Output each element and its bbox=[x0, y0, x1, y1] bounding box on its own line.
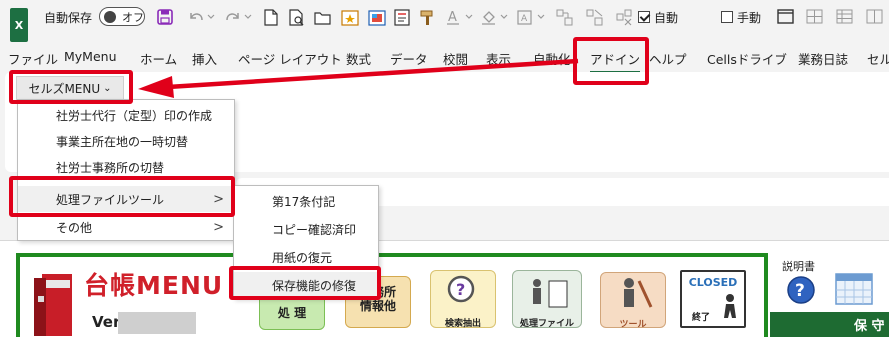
auto-calc-label: 自動 bbox=[654, 10, 679, 25]
open-folder-icon[interactable] bbox=[314, 0, 332, 34]
undo-icon[interactable] bbox=[187, 0, 205, 34]
sheet-title: 台帳MENU bbox=[84, 271, 224, 300]
exit-person-icon bbox=[724, 294, 736, 318]
menu-item-create-stamp[interactable]: 社労士代行（定型）印の作成 bbox=[18, 102, 234, 128]
format-painter-icon[interactable] bbox=[419, 0, 437, 34]
search-extract-button[interactable]: ? 検索抽出 bbox=[430, 270, 496, 329]
font-color-icon[interactable]: A bbox=[445, 0, 463, 34]
star-folder-icon[interactable] bbox=[341, 0, 359, 34]
vba-icon[interactable] bbox=[368, 0, 386, 34]
process-file-button[interactable]: 処理ファイル bbox=[512, 270, 582, 329]
version-redacted bbox=[118, 312, 196, 334]
close-label: 終了 bbox=[691, 313, 710, 323]
tools-button[interactable]: ツール bbox=[600, 272, 666, 330]
highlight-selz-menu bbox=[9, 70, 133, 104]
tab-page-layout[interactable]: ページ レイアウト bbox=[238, 49, 342, 68]
svg-text:A: A bbox=[521, 14, 528, 24]
form-icon[interactable] bbox=[394, 0, 412, 34]
tab-insert[interactable]: 挿入 bbox=[192, 49, 217, 68]
manual-calc-label: 手動 bbox=[737, 10, 762, 25]
print-preview-icon[interactable] bbox=[289, 0, 305, 34]
highlight-process-file-tools bbox=[9, 176, 235, 217]
process-file-label: 処理ファイル bbox=[519, 319, 574, 329]
redo-icon[interactable] bbox=[224, 0, 242, 34]
clear-icon[interactable] bbox=[616, 0, 634, 34]
fill-color-dropdown-icon[interactable] bbox=[500, 0, 508, 34]
maintenance-label: 保 守 bbox=[854, 319, 885, 334]
font-color-dropdown-icon[interactable] bbox=[465, 0, 473, 34]
submenu-item-label: 第17条付記 bbox=[272, 194, 336, 209]
menu-item-label: 社労士代行（定型）印の作成 bbox=[56, 108, 213, 123]
tab-automate[interactable]: 自動化 bbox=[533, 49, 571, 68]
search-extract-label: 検索抽出 bbox=[444, 319, 481, 329]
submenu-item-label: 用紙の復元 bbox=[272, 250, 333, 265]
tools-label: ツール bbox=[619, 320, 647, 330]
submenu-item-article17[interactable]: 第17条付記 bbox=[234, 188, 378, 214]
version-label: Ver bbox=[92, 313, 121, 331]
magnifier-question-icon: ? bbox=[447, 275, 475, 303]
worker-tools-icon bbox=[624, 278, 653, 308]
binder-icon bbox=[34, 274, 72, 336]
fill-color-icon[interactable] bbox=[480, 0, 498, 34]
save-icon[interactable] bbox=[157, 0, 173, 34]
autosave-toggle[interactable]: オフ bbox=[99, 7, 145, 26]
tab-home[interactable]: ホーム bbox=[140, 49, 177, 68]
tab-help[interactable]: ヘルプ bbox=[649, 49, 687, 68]
border-icon[interactable] bbox=[866, 0, 884, 34]
ribbon-tabs: ファイル MyMenu ホーム 挿入 ページ レイアウト 数式 データ 校閲 表… bbox=[0, 41, 889, 74]
svg-text:?: ? bbox=[456, 280, 465, 299]
submenu-item-label: コピー確認済印 bbox=[272, 222, 357, 237]
autosave-state: オフ bbox=[122, 10, 144, 24]
file-worker-icon bbox=[533, 279, 568, 308]
toggle-knob bbox=[104, 11, 116, 23]
group-icon[interactable] bbox=[556, 0, 574, 34]
tab-cells-drive[interactable]: Cellsドライブ bbox=[707, 49, 787, 68]
menu-item-other[interactable]: その他 > bbox=[18, 214, 234, 240]
quick-access-toolbar: X 自動保存 オフ A A 自動 手動 bbox=[0, 0, 889, 42]
tab-business-log[interactable]: 業務日誌 bbox=[798, 49, 848, 68]
svg-text:A: A bbox=[448, 10, 457, 25]
redo-dropdown-icon[interactable] bbox=[244, 0, 252, 34]
svg-text:?: ? bbox=[795, 281, 805, 301]
maintenance-bar[interactable]: 保 守 bbox=[770, 312, 889, 337]
manual-calc-group[interactable]: 手動 bbox=[721, 0, 761, 34]
window-icon[interactable] bbox=[777, 0, 795, 34]
excel-logo-icon: X bbox=[10, 8, 28, 42]
tab-formulas[interactable]: 数式 bbox=[346, 49, 371, 68]
auto-calc-group[interactable]: 自動 bbox=[638, 0, 678, 34]
highlight-repair-save bbox=[229, 266, 381, 300]
highlight-addins-tab bbox=[573, 37, 649, 85]
grid-icon[interactable] bbox=[806, 0, 824, 34]
tab-cells[interactable]: セル bbox=[867, 49, 889, 68]
text-box-icon[interactable]: A bbox=[516, 0, 534, 34]
ungroup-icon[interactable] bbox=[586, 0, 604, 34]
text-box-dropdown-icon[interactable] bbox=[537, 0, 545, 34]
manual-calc-checkbox[interactable] bbox=[721, 11, 733, 23]
tab-review[interactable]: 校閲 bbox=[443, 49, 468, 68]
submenu-item-copy-confirmed[interactable]: コピー確認済印 bbox=[234, 216, 378, 242]
autosave-label: 自動保存 bbox=[44, 10, 93, 25]
tab-file[interactable]: ファイル bbox=[8, 49, 58, 68]
menu-item-label: 事業主所在地の一時切替 bbox=[56, 134, 189, 149]
new-file-icon[interactable] bbox=[264, 0, 278, 34]
menu-item-temp-switch-address[interactable]: 事業主所在地の一時切替 bbox=[18, 128, 234, 154]
close-button[interactable]: CLOSED 終了 bbox=[680, 270, 746, 328]
auto-calc-checkbox[interactable] bbox=[638, 11, 650, 23]
undo-dropdown-icon[interactable] bbox=[207, 0, 215, 34]
table-icon[interactable] bbox=[836, 0, 854, 34]
help-question-icon[interactable]: ? bbox=[786, 275, 816, 305]
tab-mymenu[interactable]: MyMenu bbox=[64, 49, 117, 64]
menu-item-label: 社労士事務所の切替 bbox=[56, 160, 165, 175]
process-button-label: 処 理 bbox=[277, 306, 307, 320]
tab-data[interactable]: データ bbox=[390, 49, 428, 68]
closed-label: CLOSED bbox=[688, 276, 738, 289]
chevron-right-icon: > bbox=[213, 219, 224, 235]
manual-label: 説明書 bbox=[782, 260, 815, 273]
calendar-icon[interactable] bbox=[832, 268, 876, 308]
selz-dropdown-menu: 社労士代行（定型）印の作成 事業主所在地の一時切替 社労士事務所の切替 処理ファ… bbox=[17, 99, 235, 241]
menu-item-label: その他 bbox=[56, 220, 93, 235]
tab-view[interactable]: 表示 bbox=[486, 49, 511, 68]
